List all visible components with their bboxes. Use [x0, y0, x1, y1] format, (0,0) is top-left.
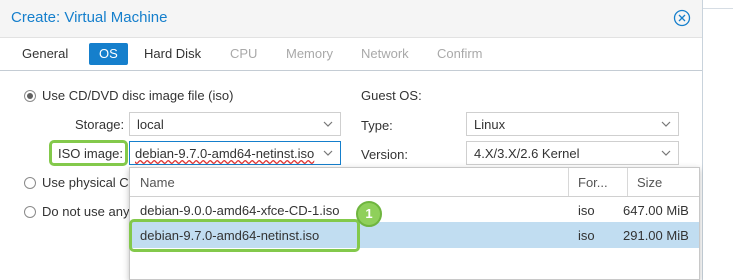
column-header-format[interactable]: For... [578, 175, 608, 190]
storage-combo[interactable]: local [129, 112, 341, 136]
wizard-tabs: General OS Hard Disk CPU Memory Network … [0, 38, 702, 71]
os-version-value: 4.X/3.X/2.6 Kernel [474, 146, 580, 161]
use-physical-radio[interactable] [24, 177, 36, 189]
chevron-down-icon[interactable] [322, 147, 334, 159]
tab-memory: Memory [286, 46, 333, 61]
tab-general[interactable]: General [14, 43, 76, 65]
chevron-down-icon[interactable] [660, 147, 672, 159]
os-type-value: Linux [474, 117, 506, 132]
background-panel [703, 0, 733, 280]
chevron-down-icon[interactable] [322, 118, 334, 130]
iso-image-combo[interactable]: debian-9.7.0-amd64-netinst.iso [129, 141, 341, 165]
os-type-combo[interactable]: Linux [466, 112, 679, 136]
column-header-size[interactable]: Size [637, 175, 662, 190]
dialog-titlebar: Create: Virtual Machine [0, 0, 702, 38]
tab-network: Network [361, 46, 409, 61]
iso-format: iso [578, 228, 595, 243]
storage-value: local [137, 117, 164, 132]
use-iso-label: Use CD/DVD disc image file (iso) [42, 88, 234, 103]
selected-row-highlight [129, 219, 360, 252]
tab-cpu: CPU [230, 46, 258, 61]
column-divider [627, 168, 628, 196]
iso-name: debian-9.0.0-amd64-xfce-CD-1.iso [140, 203, 340, 218]
iso-image-label: ISO image: [58, 146, 124, 161]
os-version-label: Version: [361, 147, 408, 162]
use-iso-radio[interactable] [24, 90, 36, 102]
iso-image-value[interactable]: debian-9.7.0-amd64-netinst.iso [135, 146, 314, 161]
chevron-down-icon[interactable] [660, 118, 672, 130]
dialog-title: Create: Virtual Machine [11, 9, 168, 26]
os-version-combo[interactable]: 4.X/3.X/2.6 Kernel [466, 141, 679, 165]
column-divider [568, 168, 569, 196]
create-vm-dialog: Create: Virtual Machine General OS Hard … [0, 0, 703, 280]
column-header-name[interactable]: Name [140, 175, 175, 190]
no-media-label: Do not use any [42, 204, 130, 219]
tab-confirm: Confirm [437, 46, 483, 61]
use-physical-label: Use physical C [42, 175, 129, 190]
iso-format: iso [578, 203, 595, 218]
divider [703, 8, 733, 9]
step-badge: 1 [356, 201, 382, 227]
iso-size: 291.00 MiB [623, 228, 689, 243]
iso-picker-header: Name For... Size [130, 168, 699, 197]
storage-label: Storage: [75, 117, 125, 132]
no-media-radio[interactable] [24, 206, 36, 218]
iso-size: 647.00 MiB [623, 203, 689, 218]
tab-hard-disk[interactable]: Hard Disk [136, 43, 209, 65]
close-icon[interactable] [673, 9, 691, 27]
guest-os-heading: Guest OS: [361, 88, 422, 103]
tab-os[interactable]: OS [89, 43, 128, 65]
os-type-label: Type: [361, 118, 393, 133]
